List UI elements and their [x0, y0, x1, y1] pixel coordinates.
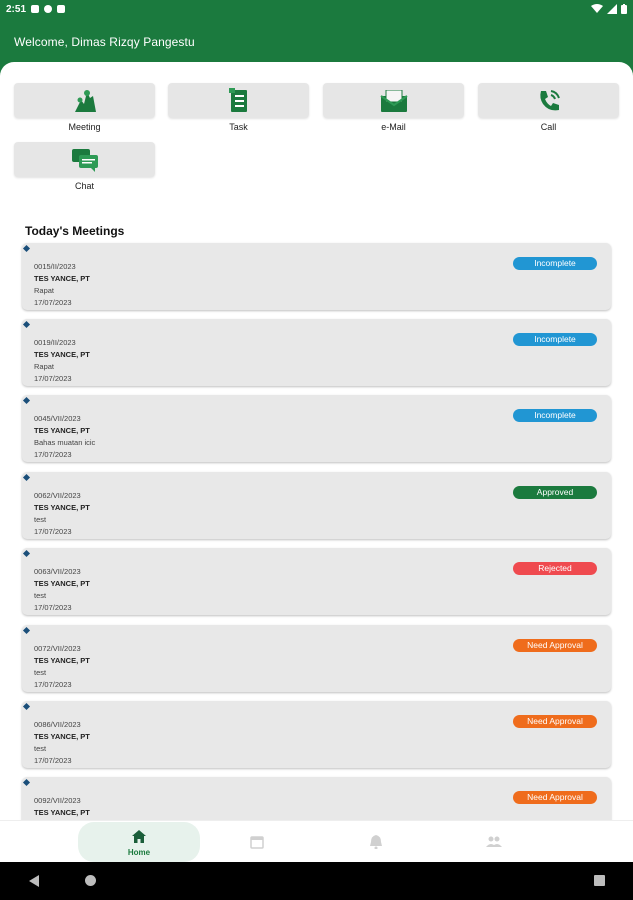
meeting-label: Meeting [68, 122, 101, 132]
meeting-card[interactable]: 0062/VII/2023 TES YANCE, PT test 17/07/2… [22, 472, 611, 539]
status-badge: Incomplete [513, 409, 597, 422]
call-label: Call [540, 122, 557, 132]
meeting-card[interactable]: 0015/II/2023 TES YANCE, PT Rapat 17/07/2… [22, 243, 611, 310]
back-icon[interactable] [29, 875, 39, 887]
meeting-company: TES YANCE, PT [34, 350, 90, 359]
meeting-date: 17/07/2023 [34, 374, 72, 383]
meeting-company: TES YANCE, PT [34, 503, 90, 512]
meeting-date: 17/07/2023 [34, 527, 72, 536]
wifi-icon [591, 4, 603, 13]
meeting-date: 17/07/2023 [34, 298, 72, 307]
home-nav-icon[interactable] [85, 875, 96, 886]
meeting-company: TES YANCE, PT [34, 732, 90, 741]
meeting-card[interactable]: 0072/VII/2023 TES YANCE, PT test 17/07/2… [22, 625, 611, 692]
status-bar: 2:51 [0, 0, 633, 18]
meeting-company: TES YANCE, PT [34, 808, 90, 817]
notification-app-icon [31, 5, 40, 13]
meeting-card[interactable]: 0045/VII/2023 TES YANCE, PT Bahas muatan… [22, 395, 611, 462]
email-icon [379, 89, 408, 112]
chat-button[interactable] [14, 142, 155, 177]
meeting-subject: test [34, 591, 47, 600]
status-badge: Approved [513, 486, 597, 499]
meeting-card[interactable]: 0019/II/2023 TES YANCE, PT Rapat 17/07/2… [22, 319, 611, 386]
pin-icon [22, 702, 31, 711]
main-content: Meeting Task e-Mail Call Chat Today's Me… [0, 62, 633, 862]
pin-icon [22, 320, 31, 329]
meeting-subject: Rapat [34, 286, 55, 295]
status-badge: Need Approval [513, 791, 597, 804]
meeting-number: 0092/VII/2023 [34, 796, 81, 805]
meeting-number: 0015/II/2023 [34, 262, 76, 271]
status-badge: Incomplete [513, 257, 597, 270]
meeting-date: 17/07/2023 [34, 680, 72, 689]
nav-label-home: Home [127, 848, 151, 857]
pin-icon [22, 244, 31, 253]
meeting-card[interactable]: 0063/VII/2023 TES YANCE, PT test 17/07/2… [22, 548, 611, 615]
meeting-number: 0019/II/2023 [34, 338, 76, 347]
email-label: e-Mail [381, 122, 406, 132]
meeting-number: 0062/VII/2023 [34, 491, 81, 500]
notification-app-icon [57, 5, 66, 13]
nav-item-calendar[interactable] [237, 821, 277, 863]
meeting-subject: test [34, 668, 47, 677]
meeting-icon [74, 89, 96, 112]
chat-icon [71, 148, 98, 172]
calendar-icon [250, 836, 264, 849]
meeting-date: 17/07/2023 [34, 450, 72, 459]
status-badge: Need Approval [513, 639, 597, 652]
pin-icon [22, 473, 31, 482]
bottom-nav: Home [0, 820, 633, 862]
home-icon [132, 830, 146, 843]
email-button[interactable] [323, 83, 464, 118]
meeting-date: 17/07/2023 [34, 603, 72, 612]
task-button[interactable] [168, 83, 309, 118]
people-icon [486, 836, 502, 847]
status-badge: Incomplete [513, 333, 597, 346]
chat-label: Chat [74, 181, 94, 191]
status-badge: Need Approval [513, 715, 597, 728]
meeting-company: TES YANCE, PT [34, 579, 90, 588]
meeting-number: 0045/VII/2023 [34, 414, 81, 423]
meeting-card[interactable]: 0086/VII/2023 TES YANCE, PT test 17/07/2… [22, 701, 611, 768]
task-label: Task [229, 122, 248, 132]
meeting-number: 0086/VII/2023 [34, 720, 81, 729]
nav-item-home[interactable]: Home [78, 822, 200, 862]
meeting-date: 17/07/2023 [34, 756, 72, 765]
meeting-subject: test [34, 515, 47, 524]
pin-icon [22, 549, 31, 558]
welcome-text: Welcome, Dimas Rizqy Pangestu [14, 35, 195, 49]
recents-icon[interactable] [594, 875, 605, 886]
pin-icon [22, 396, 31, 405]
meeting-number: 0072/VII/2023 [34, 644, 81, 653]
system-nav-bar [0, 862, 633, 900]
status-badge: Rejected [513, 562, 597, 575]
notification-app-icon [44, 5, 53, 13]
call-icon [539, 89, 560, 110]
pin-icon [22, 626, 31, 635]
meeting-subject: Bahas muatan icic [34, 438, 96, 447]
notification-icon [370, 835, 382, 849]
call-button[interactable] [478, 83, 619, 118]
signal-icon [607, 4, 617, 14]
nav-item-people[interactable] [474, 821, 514, 863]
meeting-subject: test [34, 744, 47, 753]
pin-icon [22, 778, 31, 787]
app-bar: Welcome, Dimas Rizqy Pangestu [0, 18, 633, 64]
meeting-button[interactable] [14, 83, 155, 118]
task-icon [228, 87, 247, 112]
meeting-company: TES YANCE, PT [34, 656, 90, 665]
meeting-subject: Rapat [34, 362, 55, 371]
todays-meetings-title: Today's Meetings [25, 224, 125, 238]
status-time: 2:51 [6, 3, 27, 15]
meeting-number: 0063/VII/2023 [34, 567, 81, 576]
battery-icon [621, 4, 627, 14]
meeting-company: TES YANCE, PT [34, 426, 90, 435]
nav-item-notifications[interactable] [356, 821, 396, 863]
meeting-company: TES YANCE, PT [34, 274, 90, 283]
